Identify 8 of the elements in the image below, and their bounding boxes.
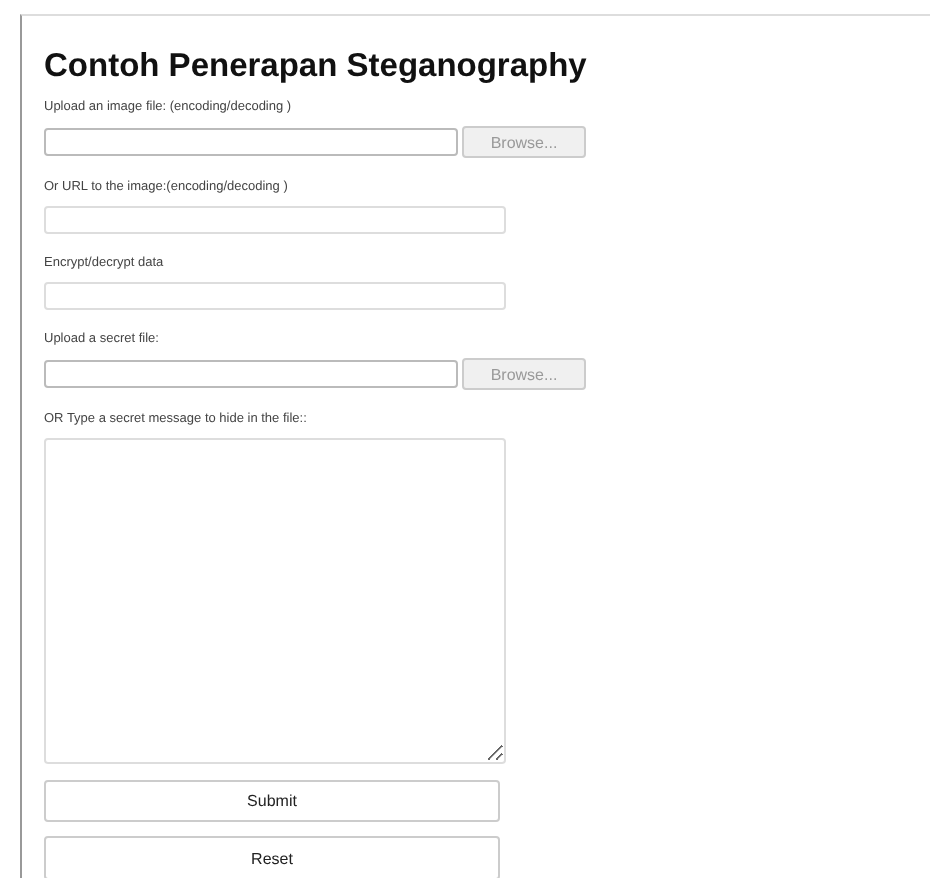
file-path-field[interactable] (44, 128, 458, 156)
form-button[interactable]: Reset (44, 836, 500, 878)
text-field[interactable] (44, 206, 506, 234)
file-path-field[interactable] (44, 360, 458, 388)
text-field[interactable] (44, 282, 506, 310)
message-textarea[interactable] (44, 438, 506, 764)
page-title: Contoh Penerapan Steganography (44, 46, 587, 86)
form-button[interactable]: Submit (44, 779, 500, 823)
